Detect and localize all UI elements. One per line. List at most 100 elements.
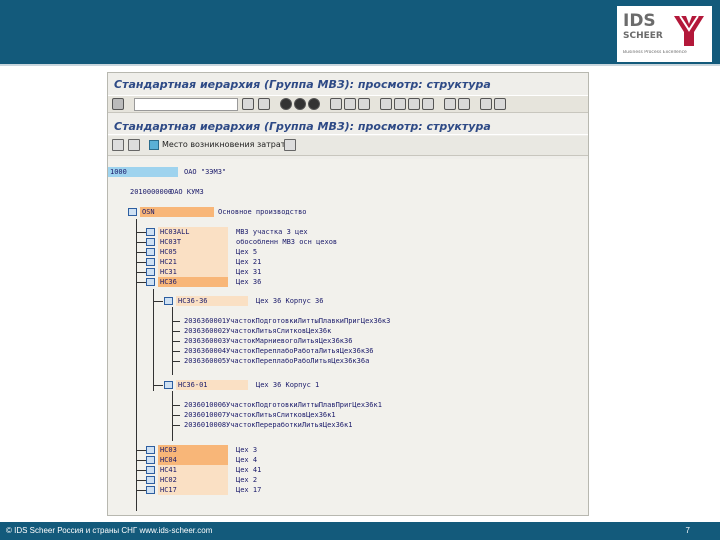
- command-field[interactable]: [134, 98, 238, 111]
- tree-root-code[interactable]: 1000: [108, 167, 178, 177]
- tree-group-code[interactable]: НС03: [158, 445, 228, 455]
- tree-leaf-code[interactable]: 2036010007: [182, 410, 226, 420]
- enter-icon[interactable]: [112, 98, 124, 110]
- command-dropdown-icon[interactable]: [242, 98, 254, 110]
- tree-group-code[interactable]: НС03Т: [158, 237, 228, 247]
- tree-connector: [136, 219, 137, 289]
- tree-leaf-desc: УчастокПереплабоРаботаЛитьяЦех36к36: [226, 347, 374, 355]
- print-icon[interactable]: [330, 98, 342, 110]
- tree-group-code[interactable]: НС21: [158, 257, 228, 267]
- previous-page-icon[interactable]: [394, 98, 406, 110]
- folder-icon[interactable]: [128, 208, 137, 216]
- expand-icon[interactable]: [112, 139, 124, 151]
- logo-tagline: Business Process Excellence: [623, 50, 687, 55]
- tree-leaf-desc: УчастокПереработкиЛитьяЦех36к1: [226, 421, 353, 429]
- hierarchy-icon[interactable]: [284, 139, 296, 151]
- tree-group-desc: МВЗ участка 3 цех: [236, 228, 308, 236]
- tree-connector: [172, 415, 180, 416]
- folder-icon[interactable]: [146, 446, 155, 454]
- find-next-icon[interactable]: [358, 98, 370, 110]
- tree-leaf-desc: УчастокПодготовкиЛиттыПлавкиПригЦех36к3: [226, 317, 391, 325]
- first-page-icon[interactable]: [380, 98, 392, 110]
- next-page-icon[interactable]: [408, 98, 420, 110]
- folder-icon[interactable]: [146, 456, 155, 464]
- layout-menu-icon[interactable]: [494, 98, 506, 110]
- tree-connector: [172, 361, 180, 362]
- tree-group-desc: Цех 31: [236, 268, 262, 276]
- folder-icon[interactable]: [146, 476, 155, 484]
- hierarchy-tree: 1000 ОАО "ЗЭМЗ" 2010000000 ОАО КУМЗ OSN …: [108, 159, 588, 515]
- tree-group-code-selected[interactable]: НС36: [158, 277, 228, 287]
- tree-group-desc: Цех 3: [236, 446, 258, 454]
- logo-mark-icon: [674, 15, 704, 46]
- cancel-icon[interactable]: [308, 98, 320, 110]
- tree-group-desc: обособленн МВЗ осн цехов: [236, 238, 338, 246]
- tree-leaf-code[interactable]: 2036010006: [182, 400, 226, 410]
- tree-level1-desc: ОАО КУМЗ: [170, 188, 204, 196]
- cost-center-icon: [149, 140, 159, 150]
- tree-connector: [153, 385, 163, 386]
- tree-group-desc: Цех 17: [236, 486, 262, 494]
- folder-icon[interactable]: [164, 381, 173, 389]
- tree-group-code[interactable]: НС05: [158, 247, 228, 257]
- cost-center-button-label: Место возникновения затрат: [162, 140, 286, 149]
- tree-leaf-code[interactable]: 2036360001: [182, 316, 226, 326]
- tree-level1-code[interactable]: 2010000000: [128, 187, 172, 197]
- collapse-icon[interactable]: [128, 139, 140, 151]
- tree-connector: [136, 450, 146, 451]
- tree-group-desc: Цех 2: [236, 476, 258, 484]
- tree-leaf-code[interactable]: 2036360003: [182, 336, 226, 346]
- slide: IDS SCHEER Business Process Excellence С…: [0, 0, 720, 540]
- folder-icon[interactable]: [146, 228, 155, 236]
- tree-group-code[interactable]: НС41: [158, 465, 228, 475]
- tree-group-code[interactable]: НС17: [158, 485, 228, 495]
- folder-icon[interactable]: [164, 297, 173, 305]
- folder-icon[interactable]: [146, 258, 155, 266]
- tree-connector: [136, 490, 146, 491]
- cost-center-button[interactable]: Место возникновения затрат: [148, 139, 287, 152]
- tree-connector: [172, 391, 173, 441]
- tree-connector: [136, 262, 146, 263]
- tree-subgroup-code[interactable]: НС36-36: [176, 296, 248, 306]
- tree-connector: [136, 460, 146, 461]
- tree-leaf-code[interactable]: 2036360002: [182, 326, 226, 336]
- logo-brand-top: IDS: [623, 11, 656, 31]
- tree-leaf-desc: УчастокПодготовкиЛиттыПлавПригЦех36к1: [226, 401, 382, 409]
- tree-group-desc: Цех 21: [236, 258, 262, 266]
- folder-icon[interactable]: [146, 238, 155, 246]
- tree-group-code[interactable]: НС31: [158, 267, 228, 277]
- save-icon[interactable]: [258, 98, 270, 110]
- tree-group-code[interactable]: НС04: [158, 455, 228, 465]
- tree-leaf-code[interactable]: 2036360004: [182, 346, 226, 356]
- folder-icon[interactable]: [146, 268, 155, 276]
- folder-icon[interactable]: [146, 466, 155, 474]
- tree-group-main-code[interactable]: OSN: [140, 207, 214, 217]
- tree-connector: [172, 321, 180, 322]
- shortcut-icon[interactable]: [458, 98, 470, 110]
- tree-group-desc: Цех 41: [236, 466, 262, 474]
- back-icon[interactable]: [280, 98, 292, 110]
- find-icon[interactable]: [344, 98, 356, 110]
- folder-icon[interactable]: [146, 278, 155, 286]
- tree-group-main-desc: Основное производство: [218, 208, 307, 216]
- folder-icon[interactable]: [146, 248, 155, 256]
- tree-connector: [136, 480, 146, 481]
- tree-group-code[interactable]: НС02: [158, 475, 228, 485]
- tree-connector: [172, 351, 180, 352]
- last-page-icon[interactable]: [422, 98, 434, 110]
- tree-connector: [172, 405, 180, 406]
- tree-subgroup-code[interactable]: НС36-01: [176, 380, 248, 390]
- tree-connector: [172, 341, 180, 342]
- help-icon[interactable]: [480, 98, 492, 110]
- sap-window: Стандартная иерархия (Группа МВЗ): просм…: [107, 72, 589, 516]
- tree-connector: [136, 289, 137, 511]
- screen-title: Стандартная иерархия (Группа МВЗ): просм…: [108, 117, 588, 135]
- tree-leaf-code[interactable]: 2036010008: [182, 420, 226, 430]
- tree-root-desc: ОАО "ЗЭМЗ": [184, 168, 227, 176]
- tree-leaf-code[interactable]: 2036360005: [182, 356, 226, 366]
- folder-icon[interactable]: [146, 486, 155, 494]
- new-session-icon[interactable]: [444, 98, 456, 110]
- tree-group-code[interactable]: НС03ALL: [158, 227, 228, 237]
- tree-connector: [153, 301, 163, 302]
- exit-icon[interactable]: [294, 98, 306, 110]
